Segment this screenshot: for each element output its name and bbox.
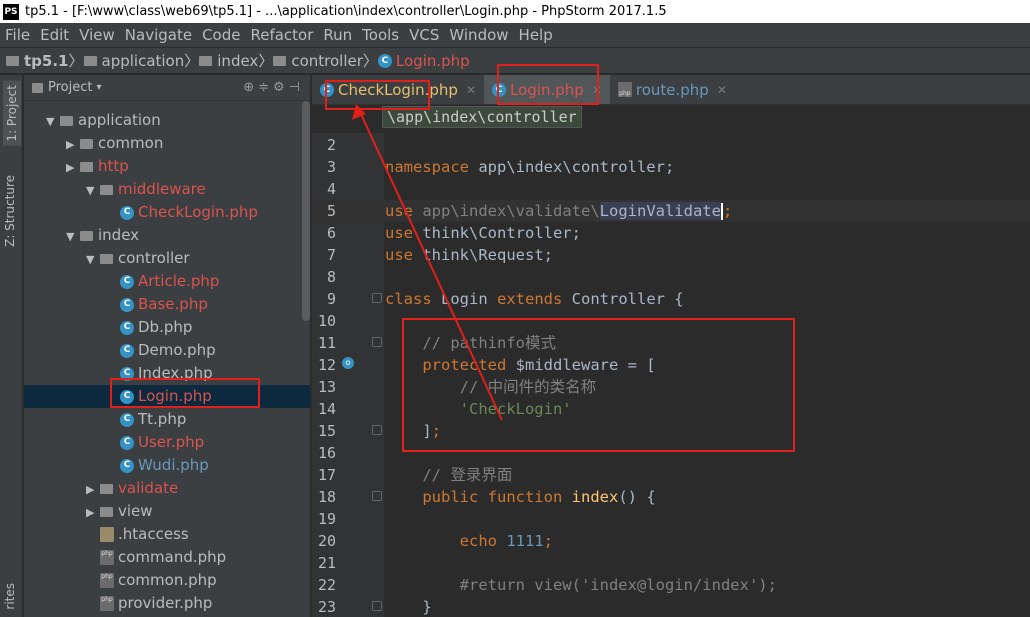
annotation-arrow xyxy=(352,104,503,421)
